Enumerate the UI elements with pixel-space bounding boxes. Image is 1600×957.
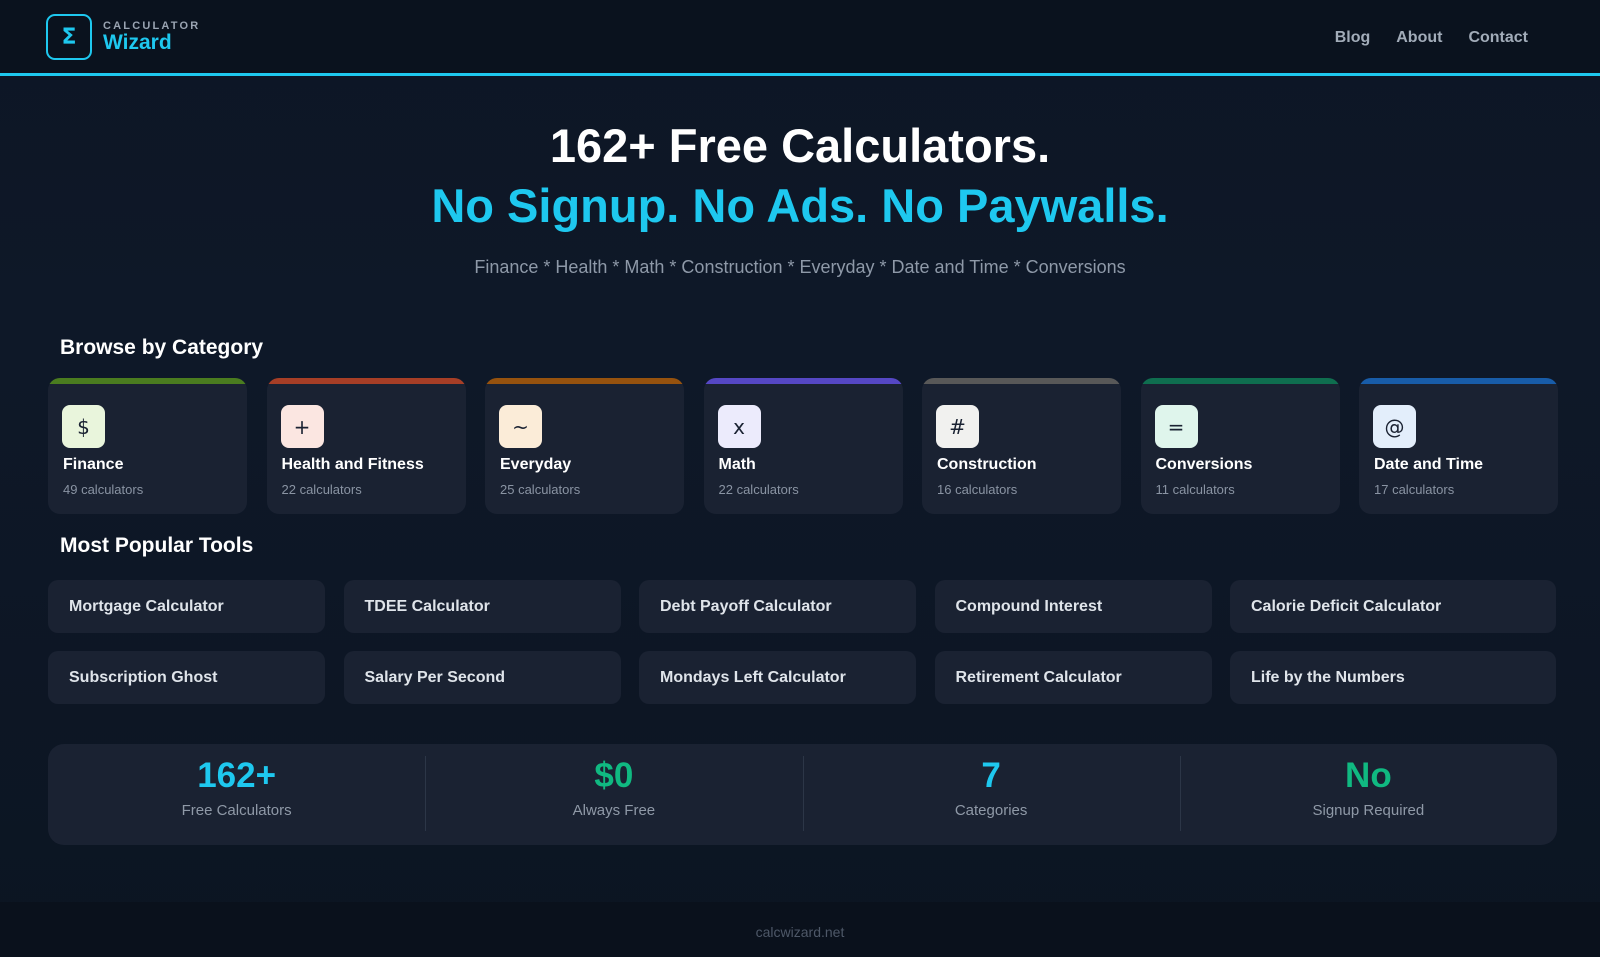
category-color-bar <box>1359 378 1558 384</box>
category-color-bar <box>266 378 466 384</box>
nav-blog[interactable]: Blog <box>1335 29 1371 47</box>
hero-title: 162+ Free Calculators. <box>549 119 1051 172</box>
nav-about[interactable]: About <box>1396 29 1442 47</box>
stats-panel: 162+ Free Calculators $0 Always Free 7 Catego… <box>48 744 1557 845</box>
category-card[interactable]: ~ Everyday 25 calculators <box>485 378 684 514</box>
logo-big-text: Wizard <box>103 31 172 54</box>
category-card[interactable]: @ Date and Time 17 calculators <box>1359 378 1558 514</box>
popular-heading: Most Popular Tools <box>60 534 254 557</box>
sigma-icon: Σ <box>46 14 92 60</box>
category-color-bar <box>485 378 684 384</box>
stat-value: No <box>1345 756 1392 795</box>
at-icon: @ <box>1373 405 1416 448</box>
hero-subtitle: No Signup. No Ads. No Paywalls. <box>431 179 1169 232</box>
category-name: Conversions <box>1155 456 1253 473</box>
site-logo[interactable]: Σ CALCULATOR Wizard <box>46 14 200 60</box>
footer-domain: calcwizard.net <box>755 924 845 940</box>
tool-link[interactable]: Mortgage Calculator <box>48 580 325 633</box>
site-header: Σ CALCULATOR Wizard Blog About Contact <box>0 0 1600 76</box>
category-color-bar <box>922 378 1121 384</box>
tool-link[interactable]: Life by the Numbers <box>1230 651 1556 704</box>
category-grid: $ Finance 49 calculators + Health and Fitnes… <box>48 378 1558 514</box>
category-card[interactable]: = Conversions 11 calculators <box>1140 378 1340 514</box>
category-color-bar <box>1140 378 1340 384</box>
category-card[interactable]: x Math 22 calculators <box>703 378 903 514</box>
category-count: 22 calculators <box>718 482 799 497</box>
tool-link[interactable]: Salary Per Second <box>343 651 621 704</box>
category-name: Math <box>718 456 756 473</box>
stat-item: $0 Always Free <box>425 744 802 845</box>
stat-label: Categories <box>954 802 1028 819</box>
logo-text: CALCULATOR Wizard <box>103 20 200 54</box>
browse-heading: Browse by Category <box>60 336 264 359</box>
category-name: Date and Time <box>1374 456 1484 473</box>
category-name: Health and Fitness <box>281 456 424 473</box>
tool-link[interactable]: Mondays Left Calculator <box>639 651 916 704</box>
category-count: 17 calculators <box>1374 482 1455 497</box>
tool-link[interactable]: Debt Payoff Calculator <box>639 580 916 633</box>
category-count: 25 calculators <box>500 482 581 497</box>
plus-icon: + <box>280 405 324 448</box>
stat-value: 162+ <box>197 756 277 795</box>
category-card[interactable]: $ Finance 49 calculators <box>48 378 247 514</box>
stat-item: 162+ Free Calculators <box>48 744 425 845</box>
category-color-bar <box>48 378 247 384</box>
stat-label: Signup Required <box>1312 802 1425 819</box>
tool-link[interactable]: Compound Interest <box>934 580 1212 633</box>
top-nav: Blog About Contact <box>1335 29 1528 47</box>
stat-value: $0 <box>594 756 634 795</box>
multiply-icon: x <box>717 405 761 448</box>
tool-row: Subscription Ghost Salary Per Second Monda… <box>48 651 1556 704</box>
equals-icon: = <box>1154 405 1198 448</box>
stat-label: Always Free <box>572 802 656 819</box>
tool-link[interactable]: Subscription Ghost <box>48 651 325 704</box>
category-name: Everyday <box>500 456 572 473</box>
category-name: Construction <box>937 456 1037 473</box>
site-footer: calcwizard.net <box>0 902 1600 957</box>
nav-contact[interactable]: Contact <box>1468 29 1528 47</box>
popular-tools-grid: Mortgage Calculator TDEE Calculator Debt P… <box>48 580 1556 722</box>
stat-item: No Signup Required <box>1179 744 1557 845</box>
stat-item: 7 Categories <box>802 744 1180 845</box>
category-card[interactable]: # Construction 16 calculators <box>922 378 1121 514</box>
tool-link[interactable]: TDEE Calculator <box>343 580 621 633</box>
category-count: 49 calculators <box>63 482 144 497</box>
category-count: 11 calculators <box>1155 482 1235 497</box>
tool-row: Mortgage Calculator TDEE Calculator Debt P… <box>48 580 1556 633</box>
category-count: 22 calculators <box>281 482 362 497</box>
category-name: Finance <box>63 456 124 473</box>
stat-label: Free Calculators <box>181 802 292 819</box>
hash-icon: # <box>936 405 979 448</box>
tool-link[interactable]: Retirement Calculator <box>934 651 1212 704</box>
hero-categories-line: Finance * Health * Math * Construction *… <box>474 257 1126 277</box>
tool-link[interactable]: Calorie Deficit Calculator <box>1230 580 1556 633</box>
tilde-icon: ~ <box>499 405 542 448</box>
category-color-bar <box>703 378 903 384</box>
category-card[interactable]: + Health and Fitness 22 calculators <box>266 378 466 514</box>
stat-value: 7 <box>981 756 1001 795</box>
dollar-icon: $ <box>62 405 105 448</box>
category-count: 16 calculators <box>937 482 1018 497</box>
